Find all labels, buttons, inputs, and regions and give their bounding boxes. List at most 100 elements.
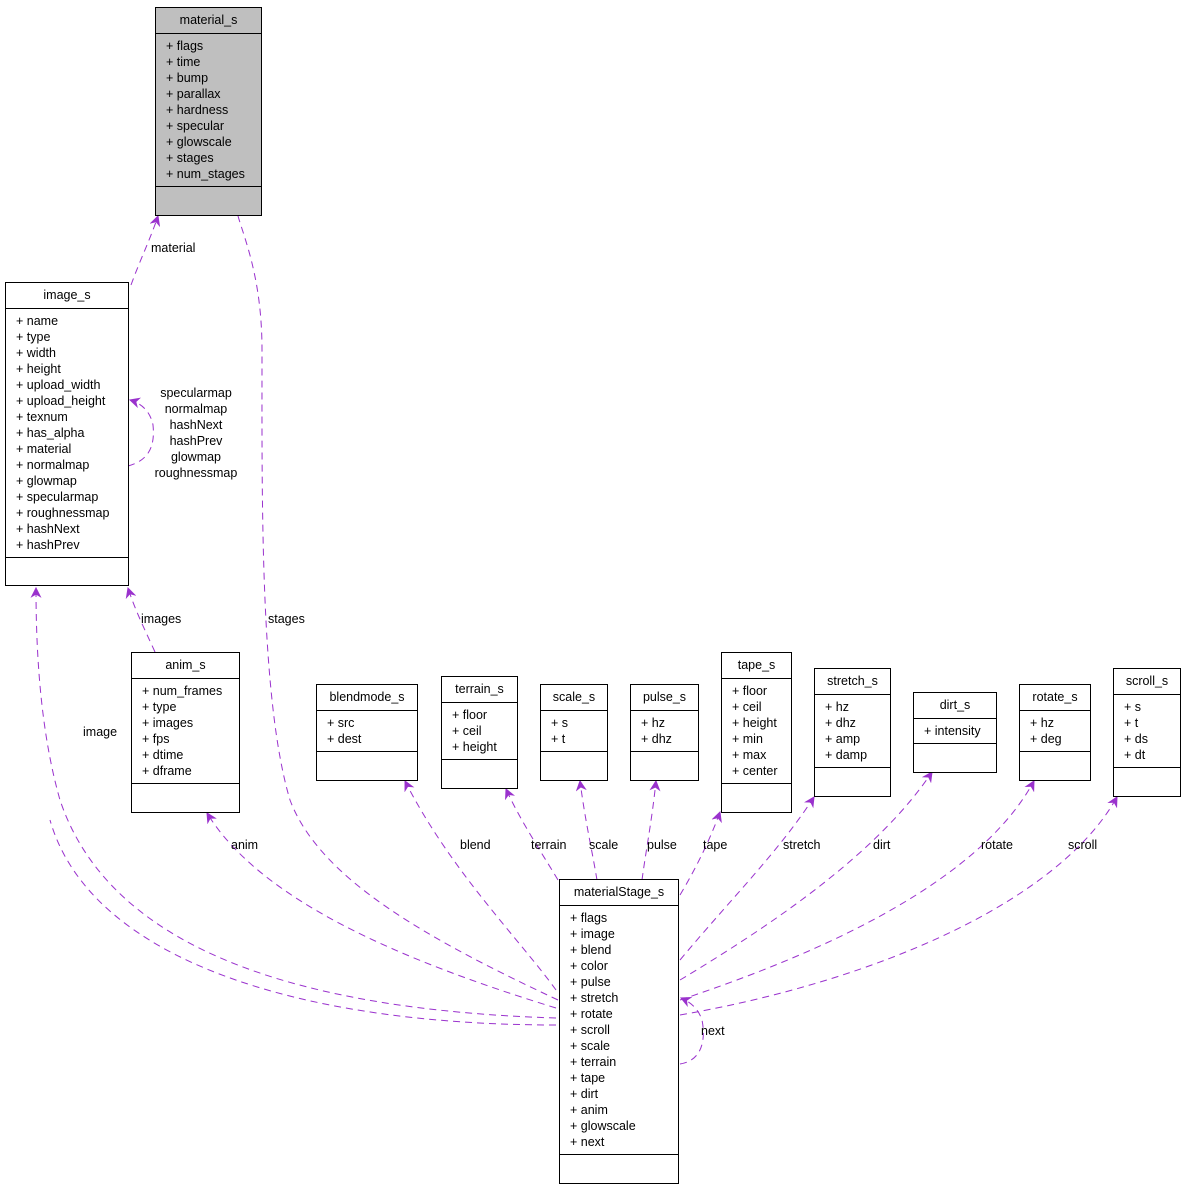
edge-scroll [679,796,1118,1016]
class-field: + hardness [166,103,229,117]
edge-rotate [679,780,1035,1001]
class-node-rotate-s[interactable]: rotate_s + hz + deg [1019,684,1091,781]
class-field: + specular [166,119,225,133]
class-field: + height [16,362,61,376]
class-field: + upload_height [16,394,106,408]
class-field: + s [551,716,569,730]
class-field: + parallax [166,87,221,101]
edge-label-images: images [141,612,182,626]
class-fields: + s + t + ds + dt [1114,695,1180,768]
class-fields: + floor + ceil + height + min + max + center [722,679,791,784]
edge-label-image: image [83,725,118,739]
class-field: + images [142,716,194,730]
class-field: + normalmap [16,458,90,472]
class-methods [132,784,239,808]
class-title: stretch_s [815,669,890,695]
class-field: + pulse [570,975,611,989]
class-node-image-s[interactable]: image_s + name + type + width + height + upl… [5,282,129,586]
class-fields: + num_frames + type + images + fps + dtime + … [132,679,239,784]
class-node-terrain-s[interactable]: terrain_s + floor + ceil + height [441,676,518,789]
class-field: + ceil [452,724,482,738]
edge-anim [206,812,557,1009]
edge-label-line: hashNext [169,418,223,432]
class-field: + amp [825,732,861,746]
class-methods [156,187,261,211]
class-field: + dhz [825,716,856,730]
edge-blend [404,780,557,991]
class-node-scroll-s[interactable]: scroll_s + s + t + ds + dt [1113,668,1181,797]
edge-label-scale: scale [589,838,619,852]
class-fields: + flags + time + bump + parallax + hardness +… [156,34,261,187]
edge-label-stages: stages [268,612,305,626]
class-field: + height [732,716,777,730]
class-field: + src [327,716,355,730]
class-node-stretch-s[interactable]: stretch_s + hz + dhz + amp + damp [814,668,891,797]
class-node-pulse-s[interactable]: pulse_s + hz + dhz [630,684,699,781]
edge-label-scroll: scroll [1068,838,1098,852]
edge-label-tape: tape [703,838,728,852]
class-methods [317,752,417,776]
edge-label-line: glowmap [170,450,222,464]
class-field: + ds [1124,732,1148,746]
edge-label-stretch: stretch [783,838,821,852]
edge-label-terrain: terrain [531,838,567,852]
class-node-blendmode-s[interactable]: blendmode_s + src + dest [316,684,418,781]
class-methods [6,558,128,582]
class-field: + color [570,959,608,973]
class-field: + floor [452,708,488,722]
class-node-materialstage-s[interactable]: materialStage_s + flags + image + blend + c… [559,879,679,1184]
class-title: rotate_s [1020,685,1090,711]
edge-label-anim: anim [231,838,259,852]
class-field: + damp [825,748,868,762]
class-field: + dt [1124,748,1146,762]
class-field: + scroll [570,1023,610,1037]
class-field: + image [570,927,615,941]
class-title: pulse_s [631,685,698,711]
class-node-material-s[interactable]: material_s + flags + time + bump + parallax… [155,7,262,216]
class-field: + dframe [142,764,192,778]
class-field: + s [1124,700,1142,714]
class-methods [560,1155,678,1179]
edge-label-blend: blend [460,838,491,852]
class-field: + specularmap [16,490,99,504]
class-title: tape_s [722,653,791,679]
class-methods [914,744,996,768]
edge-pulse [641,779,661,881]
class-field: + roughnessmap [16,506,110,520]
class-node-dirt-s[interactable]: dirt_s + intensity [913,692,997,773]
class-field: + tape [570,1071,606,1085]
class-fields: + name + type + width + height + upload_widt… [6,309,128,558]
class-node-tape-s[interactable]: tape_s + floor + ceil + height + min + max + … [721,652,792,813]
class-field: + hz [1030,716,1054,730]
class-title: anim_s [132,653,239,679]
class-title: scroll_s [1114,669,1180,695]
class-field: + num_stages [166,167,245,181]
edge-terrain [505,787,559,881]
class-methods [1020,752,1090,776]
class-fields: + src + dest [317,711,417,752]
class-field: + glowscale [166,135,232,149]
class-field: + num_frames [142,684,223,698]
class-field: + hashNext [16,522,80,536]
class-field: + time [166,55,201,69]
class-field: + max [732,748,767,762]
edge-scale [575,779,598,881]
class-field: + name [16,314,59,328]
edge-label-pulse: pulse [647,838,677,852]
class-title: scale_s [541,685,607,711]
class-field: + t [551,732,566,746]
class-field: + width [16,346,56,360]
class-field: + scale [570,1039,610,1053]
class-field: + hz [641,716,665,730]
class-title: materialStage_s [560,880,678,906]
class-fields: + s + t [541,711,607,752]
class-field: + terrain [570,1055,617,1069]
class-node-anim-s[interactable]: anim_s + num_frames + type + images + fps + … [131,652,240,813]
class-field: + t [1124,716,1139,730]
class-methods [815,768,890,792]
class-field: + upload_width [16,378,101,392]
class-field: + stretch [570,991,619,1005]
class-field: + dhz [641,732,672,746]
class-field: + flags [570,911,608,925]
class-node-scale-s[interactable]: scale_s + s + t [540,684,608,781]
